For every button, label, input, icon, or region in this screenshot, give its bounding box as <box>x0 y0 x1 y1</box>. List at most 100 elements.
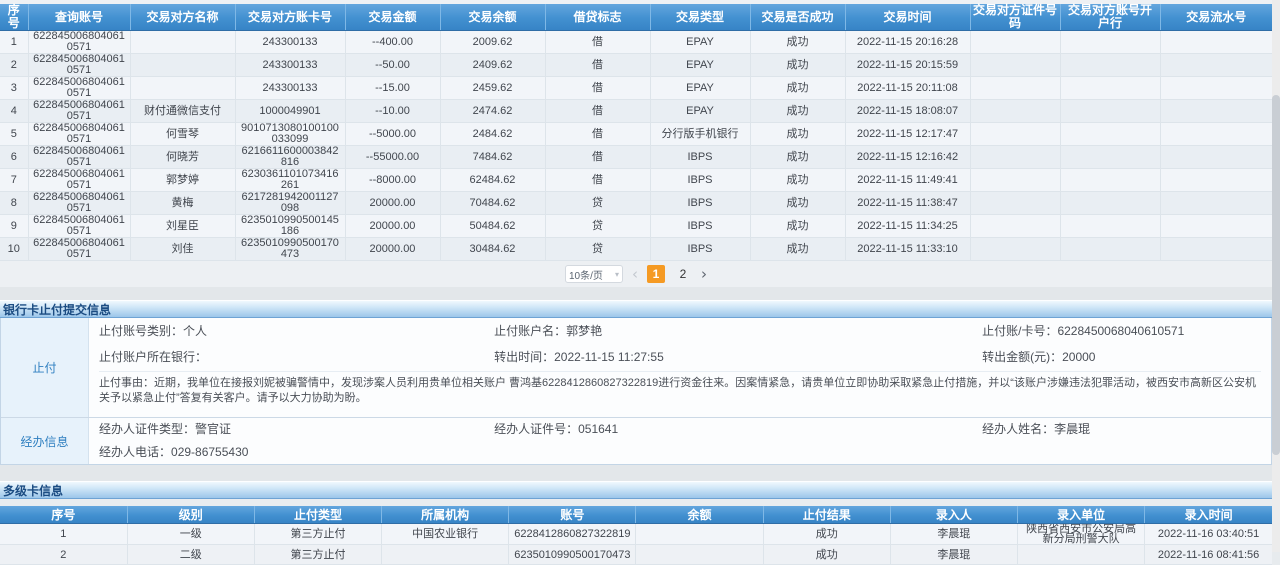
field-label: 止付账号类别： <box>99 324 183 338</box>
column-header: 录入人 <box>890 506 1017 524</box>
field-stop-card-number: 止付账/卡号：6228450068040610571 <box>982 318 1261 344</box>
table-cell <box>970 77 1060 100</box>
transactions-panel: 序号查询账号交易对方名称交易对方账卡号交易金额交易余额借贷标志交易类型交易是否成… <box>0 0 1272 287</box>
table-cell: 9 <box>0 215 28 238</box>
field-handler-id-type: 经办人证件类型：警官证 <box>99 418 494 441</box>
table-cell: 一级 <box>127 524 254 545</box>
table-cell <box>130 54 235 77</box>
table-cell: --10.00 <box>345 100 440 123</box>
field-value: 6228450068040610571 <box>1057 324 1184 338</box>
column-header: 所属机构 <box>382 506 509 524</box>
table-cell: 2 <box>0 54 28 77</box>
column-header: 交易对方账号开户行 <box>1060 4 1160 31</box>
table-cell: 1 <box>0 524 127 545</box>
table-cell: --400.00 <box>345 31 440 54</box>
table-cell: --5000.00 <box>345 123 440 146</box>
table-cell: --15.00 <box>345 77 440 100</box>
prev-page-icon[interactable]: ‹ <box>632 265 638 283</box>
column-header: 交易对方账卡号 <box>235 4 345 31</box>
table-cell: 借 <box>545 54 650 77</box>
column-header: 序号 <box>0 4 28 31</box>
table-cell: 243300133 <box>235 77 345 100</box>
table-row: 66228450068040610571何晓芳62166116000038428… <box>0 146 1272 169</box>
table-cell: 李晨琨 <box>890 545 1017 565</box>
table-cell: 7 <box>0 169 28 192</box>
table-cell: 8 <box>0 192 28 215</box>
pagination-bar: 10条/页 ▾ ‹ 1 2 › <box>0 261 1272 287</box>
table-cell: 成功 <box>750 31 845 54</box>
table-cell: 2022-11-15 18:08:07 <box>845 100 970 123</box>
table-cell: 成功 <box>750 238 845 261</box>
scrollbar-thumb[interactable] <box>1272 95 1280 455</box>
column-header: 交易是否成功 <box>750 4 845 31</box>
table-cell <box>1160 123 1272 146</box>
table-cell: 刘佳 <box>130 238 235 261</box>
table-cell <box>1018 545 1145 565</box>
table-cell <box>1160 77 1272 100</box>
table-cell: 1000049901 <box>235 100 345 123</box>
transactions-body: 16228450068040610571243300133--400.00200… <box>0 31 1272 261</box>
table-cell: 贷 <box>545 215 650 238</box>
stop-payment-fields: 止付账号类别：个人 止付账户名：郭梦艳 止付账/卡号：6228450068040… <box>89 318 1271 417</box>
table-row: 96228450068040610571刘星臣62350109905001451… <box>0 215 1272 238</box>
column-header: 账号 <box>509 506 636 524</box>
column-header: 交易余额 <box>440 4 545 31</box>
table-cell: 6235010990500145186 <box>235 215 345 238</box>
page-button-2[interactable]: 2 <box>674 265 692 283</box>
table-cell <box>1060 31 1160 54</box>
table-cell: 借 <box>545 77 650 100</box>
table-cell <box>636 545 763 565</box>
page-button-1[interactable]: 1 <box>647 265 665 283</box>
table-cell: IBPS <box>650 169 750 192</box>
next-page-icon[interactable]: › <box>701 265 707 283</box>
vertical-scrollbar[interactable] <box>1272 0 1280 552</box>
table-cell <box>970 238 1060 261</box>
column-header: 交易金额 <box>345 4 440 31</box>
stop-payment-section-title: 银行卡止付提交信息 <box>0 300 1272 318</box>
table-cell <box>130 31 235 54</box>
chevron-down-icon: ▾ <box>615 270 619 279</box>
stop-payment-group-label: 止付 <box>1 318 89 417</box>
table-cell: 6228450068040610571 <box>28 31 130 54</box>
table-cell: 20000.00 <box>345 192 440 215</box>
table-cell <box>1060 146 1160 169</box>
table-cell: 6228450068040610571 <box>28 54 130 77</box>
table-cell: EPAY <box>650 31 750 54</box>
panel-divider <box>0 287 1272 300</box>
table-cell: 2022-11-16 03:40:51 <box>1145 524 1272 545</box>
table-cell: 10 <box>0 238 28 261</box>
stop-payment-box: 止付 止付账号类别：个人 止付账户名：郭梦艳 止付账/卡号：6228450068… <box>0 318 1272 465</box>
table-cell: 243300133 <box>235 31 345 54</box>
column-header: 交易对方证件号码 <box>970 4 1060 31</box>
table-cell: 20000.00 <box>345 238 440 261</box>
table-cell: --8000.00 <box>345 169 440 192</box>
column-header: 交易对方名称 <box>130 4 235 31</box>
table-cell: 243300133 <box>235 54 345 77</box>
field-stop-account-type: 止付账号类别：个人 <box>99 318 494 344</box>
table-cell: 2 <box>0 545 127 565</box>
table-cell <box>970 31 1060 54</box>
column-header: 查询账号 <box>28 4 130 31</box>
table-cell: 成功 <box>750 169 845 192</box>
table-cell: 第三方止付 <box>254 545 381 565</box>
table-row: 56228450068040610571何雪琴90107130801001000… <box>0 123 1272 146</box>
table-cell: 6228450068040610571 <box>28 192 130 215</box>
field-value: 20000 <box>1062 350 1095 364</box>
column-header: 交易时间 <box>845 4 970 31</box>
page-size-select[interactable]: 10条/页 ▾ <box>565 265 623 283</box>
field-stop-bank: 止付账户所在银行： <box>99 344 494 370</box>
table-cell: 2474.62 <box>440 100 545 123</box>
table-cell: 何晓芳 <box>130 146 235 169</box>
table-cell <box>1060 100 1160 123</box>
table-cell <box>970 54 1060 77</box>
table-cell: 6228450068040610571 <box>28 77 130 100</box>
table-cell <box>130 77 235 100</box>
table-cell: 6235010990500170473 <box>235 238 345 261</box>
table-cell <box>1160 215 1272 238</box>
table-cell <box>1160 146 1272 169</box>
column-header: 止付类型 <box>254 506 381 524</box>
table-cell: 成功 <box>750 100 845 123</box>
table-cell: 财付通微信支付 <box>130 100 235 123</box>
field-handler-phone: 经办人电话：029-86755430 <box>99 441 494 464</box>
table-cell: 6217281942001127098 <box>235 192 345 215</box>
